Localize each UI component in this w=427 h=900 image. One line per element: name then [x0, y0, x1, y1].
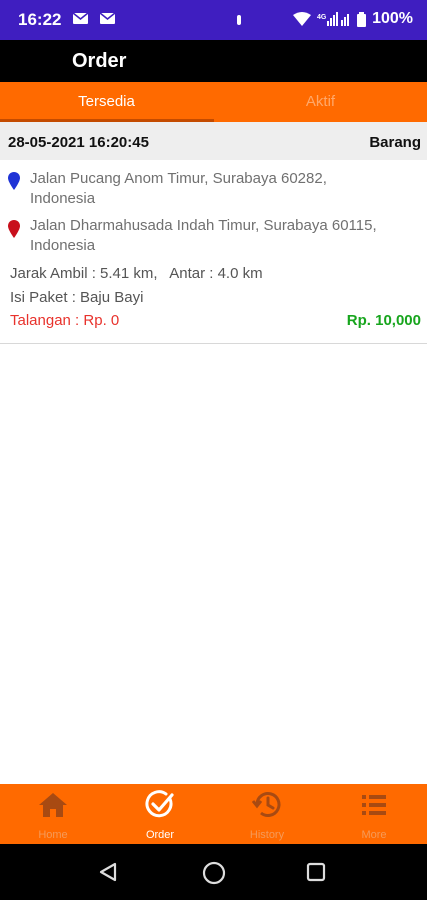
status-bar: 16:22 4G 100%	[0, 0, 427, 40]
app-bar: Order	[0, 40, 427, 82]
tab-bar: Tersedia Aktif	[0, 82, 427, 122]
order-datetime: 28-05-2021 16:20:45	[8, 134, 149, 151]
nav-home-label: Home	[38, 829, 68, 841]
pickup-address-line-1: Jalan Pucang Anom Timur, Surabaya 60282,	[30, 170, 327, 187]
list-icon	[362, 795, 386, 815]
nav-order-label: Order	[145, 829, 175, 841]
nav-history-label: History	[249, 829, 285, 841]
mail-icon	[100, 13, 115, 24]
recents-icon[interactable]	[306, 862, 326, 882]
order-type: Barang	[369, 134, 421, 151]
tab-tersedia[interactable]: Tersedia	[0, 82, 213, 122]
pickup-address: Jalan Pucang Anom Timur, Surabaya 60282,…	[30, 169, 415, 209]
system-nav-bar	[0, 844, 427, 900]
order-price: Rp. 10,000	[346, 312, 421, 329]
package-info: Isi Paket : Baju Bayi	[10, 289, 144, 306]
nav-history[interactable]: History	[214, 784, 320, 844]
back-icon[interactable]	[98, 862, 118, 882]
home-circle-icon[interactable]	[202, 861, 226, 885]
battery-level: 100%	[372, 10, 413, 27]
order-card[interactable]: 28-05-2021 16:20:45 Barang Jalan Pucang …	[0, 122, 427, 344]
order-card-header: 28-05-2021 16:20:45 Barang	[0, 122, 427, 160]
dropoff-address-line-2: Indonesia	[30, 237, 96, 254]
bottom-nav: Home Order History More	[0, 784, 427, 844]
svg-text:4G: 4G	[317, 14, 327, 21]
nav-more[interactable]: More	[321, 784, 427, 844]
home-icon	[39, 793, 67, 817]
status-time: 16:22	[18, 10, 62, 29]
distance-info: Jarak Ambil : 5.41 km, Antar : 4.0 km	[10, 265, 263, 282]
status-right: 4G 100%	[293, 10, 413, 28]
signal-icon: 4G	[317, 12, 350, 26]
check-circle-icon	[145, 790, 174, 818]
pickup-pin-icon	[8, 172, 20, 190]
dropoff-address: Jalan Dharmahusada Indah Timur, Surabaya…	[30, 216, 415, 256]
dropoff-pin-icon	[8, 220, 20, 238]
pickup-address-line-2: Indonesia	[30, 190, 96, 207]
notification-dot-icon	[237, 15, 241, 25]
wifi-icon	[293, 12, 312, 26]
mail-icon	[73, 13, 88, 24]
nav-home[interactable]: Home	[0, 784, 106, 844]
tab-aktif[interactable]: Aktif	[214, 82, 427, 122]
nav-order[interactable]: Order	[107, 784, 213, 844]
talangan-info: Talangan : Rp. 0	[10, 312, 120, 329]
page-title: Order	[72, 50, 127, 72]
nav-more-label: More	[361, 829, 387, 841]
history-icon	[252, 792, 281, 817]
battery-icon	[357, 11, 367, 27]
dropoff-address-line-1: Jalan Dharmahusada Indah Timur, Surabaya…	[30, 217, 377, 234]
